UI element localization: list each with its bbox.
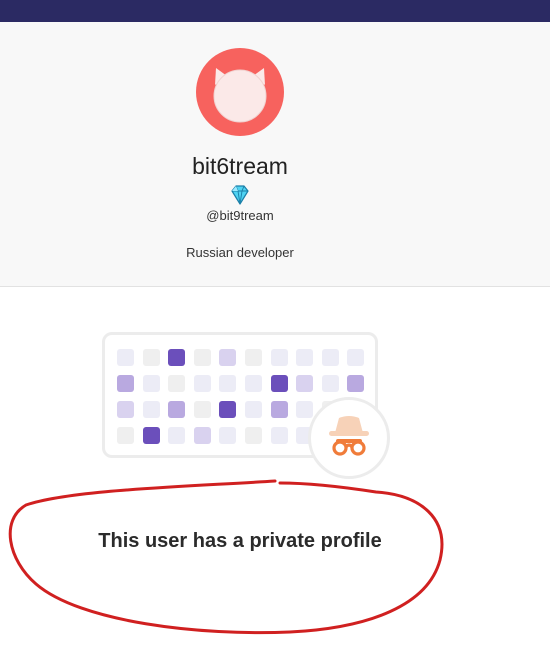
private-profile-illustration — [98, 328, 398, 488]
grid-cell — [142, 427, 160, 444]
grid-cell — [142, 401, 160, 418]
grid-cell — [193, 349, 211, 366]
grid-cell — [321, 375, 339, 392]
grid-cell — [296, 349, 314, 366]
profile-display-name: bit6tream — [192, 153, 288, 179]
profile-bio: Russian developer — [186, 245, 294, 260]
grid-cell — [296, 375, 314, 392]
profile-handle: @bit9tream — [206, 208, 274, 223]
grid-cell — [117, 401, 134, 418]
grid-cell — [270, 427, 288, 444]
grid-cell — [168, 375, 186, 392]
grid-cell — [117, 375, 134, 392]
grid-cell — [270, 401, 288, 418]
grid-cell — [219, 349, 237, 366]
grid-cell — [245, 349, 262, 366]
grid-cell — [219, 375, 237, 392]
cat-avatar-icon — [213, 68, 267, 123]
grid-cell — [270, 375, 288, 392]
grid-cell — [193, 427, 211, 444]
grid-cell — [321, 349, 339, 366]
grid-cell — [117, 349, 134, 366]
diamond-icon — [228, 183, 252, 207]
grid-cell — [347, 375, 365, 392]
grid-cell — [142, 375, 160, 392]
profile-header: bit6tream @bit9tream Russian developer — [0, 22, 550, 287]
grid-cell — [245, 427, 262, 444]
grid-cell — [270, 349, 288, 366]
grid-cell — [168, 349, 186, 366]
incognito-spy-icon — [308, 397, 390, 479]
grid-cell — [193, 401, 211, 418]
grid-cell — [245, 375, 262, 392]
avatar[interactable] — [196, 48, 284, 136]
grid-cell — [245, 401, 262, 418]
grid-cell — [347, 349, 365, 366]
grid-cell — [168, 427, 186, 444]
grid-cell — [219, 427, 237, 444]
grid-cell — [117, 427, 134, 444]
grid-cell — [193, 375, 211, 392]
private-profile-message: This user has a private profile — [98, 530, 382, 552]
grid-cell — [168, 401, 186, 418]
grid-cell — [219, 401, 237, 418]
top-navigation-bar — [0, 0, 550, 22]
grid-cell — [142, 349, 160, 366]
